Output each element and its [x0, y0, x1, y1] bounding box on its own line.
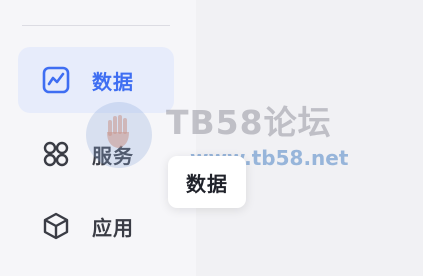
line-chart-icon: [40, 64, 72, 96]
sidebar-item-label: 应用: [92, 215, 134, 240]
grid-circles-icon: [40, 138, 72, 170]
tooltip: 数据: [168, 156, 246, 208]
sidebar-item-service[interactable]: 服务: [18, 121, 174, 187]
sidebar: 数据 服务 应用: [0, 0, 196, 276]
sidebar-item-label: 服务: [92, 143, 134, 168]
sidebar-item-app[interactable]: 应用: [18, 193, 174, 259]
main-content: [196, 0, 423, 276]
cube-icon: [40, 210, 72, 242]
sidebar-divider: [22, 25, 170, 26]
sidebar-item-label: 数据: [92, 69, 134, 94]
sidebar-item-data[interactable]: 数据: [18, 47, 174, 113]
